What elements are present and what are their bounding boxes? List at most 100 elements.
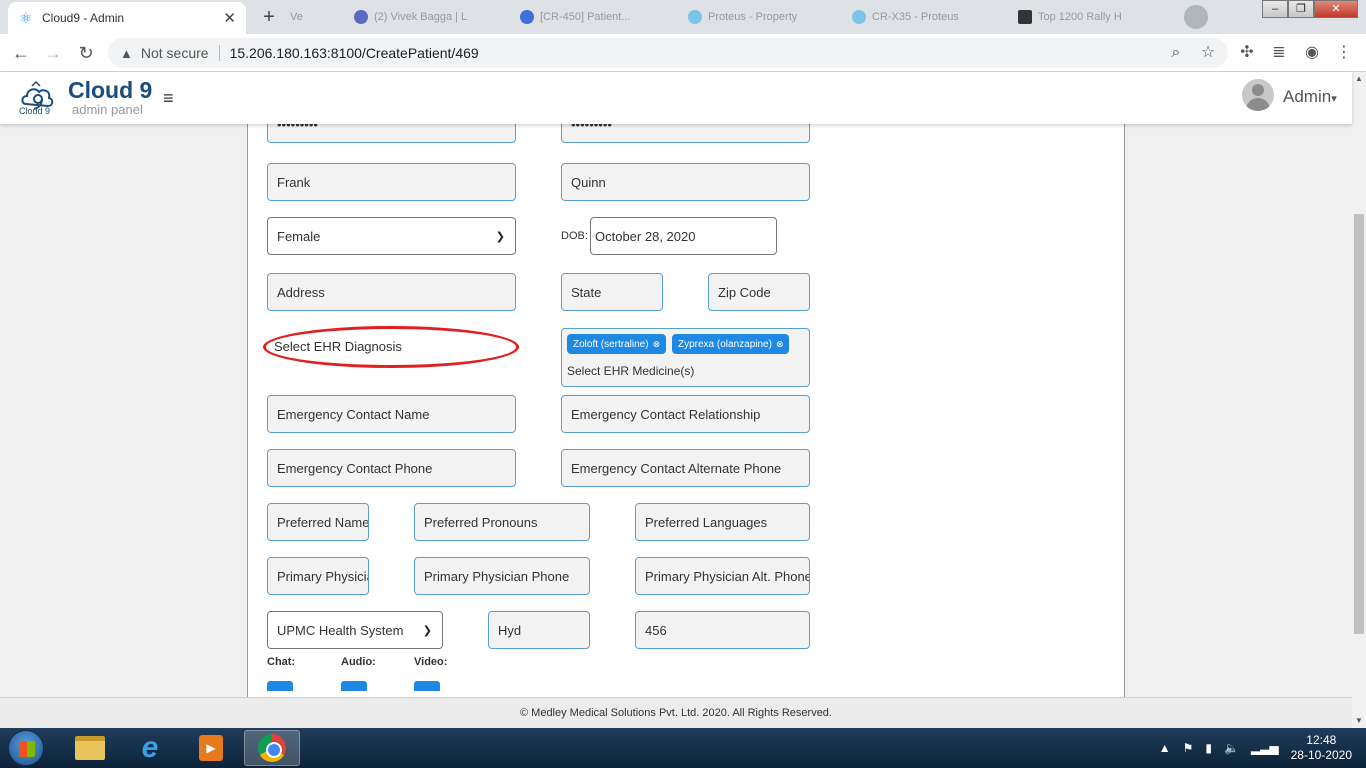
inactive-tab[interactable]: Proteus - Property bbox=[688, 6, 797, 28]
volume-icon[interactable]: 🔈 bbox=[1224, 741, 1239, 755]
inactive-tab[interactable]: Ve bbox=[290, 6, 303, 28]
medicine-tag[interactable]: Zoloft (sertraline) ⊗ bbox=[567, 334, 667, 354]
inactive-tab[interactable]: [CR-450] Patient... bbox=[520, 6, 631, 28]
number-field[interactable]: 456 bbox=[635, 611, 810, 649]
minimize-button[interactable]: ‒ bbox=[1262, 0, 1288, 18]
media-queue-icon[interactable]: ≣ bbox=[1268, 42, 1290, 64]
dob-label: DOB: bbox=[561, 230, 588, 242]
inactive-tab-label: Ve bbox=[290, 11, 303, 23]
medicine-tag-label: Zoloft (sertraline) bbox=[573, 338, 649, 350]
gender-select[interactable]: Female ❯ bbox=[267, 217, 516, 255]
primary-physician-phone-field[interactable]: Primary Physician Phone bbox=[414, 557, 590, 595]
inactive-tab[interactable]: Top 1200 Rally H bbox=[1018, 6, 1122, 28]
dob-field[interactable]: October 28, 2020 bbox=[590, 217, 777, 255]
gender-value: Female bbox=[277, 228, 321, 244]
battery-icon[interactable]: ▮ bbox=[1205, 741, 1212, 755]
user-menu[interactable]: Admin▾ bbox=[1283, 87, 1337, 107]
logo-caption: Cloud 9 bbox=[19, 106, 51, 116]
maximize-button[interactable]: ❐ bbox=[1288, 0, 1314, 18]
bookmark-star-icon[interactable]: ☆ bbox=[1197, 42, 1219, 64]
taskbar-media-player[interactable]: ▶ bbox=[183, 730, 239, 766]
tab-title: Cloud9 - Admin bbox=[42, 11, 125, 25]
inactive-tab-label: Top 1200 Rally H bbox=[1038, 11, 1122, 23]
scroll-up-arrow-icon[interactable]: ▲ bbox=[1352, 72, 1366, 86]
clock-date: 28-10-2020 bbox=[1290, 748, 1352, 762]
page-content: ••••••••• ••••••••• Frank Quinn Female ❯… bbox=[0, 124, 1352, 697]
inactive-tab-label: Proteus - Property bbox=[708, 11, 798, 23]
forward-arrow-icon[interactable]: → bbox=[42, 42, 64, 64]
tab-favicon-icon bbox=[852, 10, 866, 24]
scroll-thumb[interactable] bbox=[1354, 214, 1364, 634]
preferred-pronouns-field[interactable]: Preferred Pronouns bbox=[414, 503, 590, 541]
system-clock[interactable]: 12:48 28-10-2020 bbox=[1291, 733, 1352, 763]
omnibox[interactable]: ▲ Not secure 15.206.180.163:8100/CreateP… bbox=[108, 38, 1228, 68]
hamburger-menu-icon[interactable]: ≡ bbox=[163, 88, 174, 109]
chrome-icon bbox=[258, 734, 286, 762]
not-secure-label[interactable]: Not secure bbox=[141, 45, 209, 61]
window-controls: ‒ ❐ ✕ bbox=[1262, 0, 1358, 18]
tab-favicon-icon bbox=[688, 10, 702, 24]
start-button[interactable] bbox=[8, 730, 44, 766]
medicine-tag[interactable]: Zyprexa (olanzapine) ⊗ bbox=[672, 334, 790, 354]
reload-icon[interactable]: ↻ bbox=[75, 42, 97, 64]
action-center-flag-icon[interactable]: ⚑ bbox=[1183, 741, 1194, 755]
new-tab-button[interactable]: + bbox=[255, 6, 283, 28]
network-signal-icon[interactable]: ▂▃▅ bbox=[1251, 741, 1279, 755]
emergency-contact-alt-phone-field[interactable]: Emergency Contact Alternate Phone bbox=[561, 449, 810, 487]
back-arrow-icon[interactable]: ← bbox=[10, 42, 32, 64]
brand-title[interactable]: Cloud 9 bbox=[68, 77, 152, 104]
user-caret-icon: ▾ bbox=[1331, 93, 1337, 105]
first-name-field[interactable]: Frank bbox=[267, 163, 516, 201]
emergency-contact-relationship-field[interactable]: Emergency Contact Relationship bbox=[561, 395, 810, 433]
health-system-select[interactable]: UPMC Health System ❯ bbox=[267, 611, 443, 649]
video-checkbox[interactable] bbox=[414, 681, 440, 691]
remove-tag-icon[interactable]: ⊗ bbox=[653, 339, 661, 350]
ehr-medicine-multiselect[interactable]: Zoloft (sertraline) ⊗ Zyprexa (olanzapin… bbox=[561, 328, 810, 387]
ehr-diagnosis-select[interactable]: Select EHR Diagnosis bbox=[267, 327, 516, 365]
audio-checkbox[interactable] bbox=[341, 681, 367, 691]
medicine-placeholder: Select EHR Medicine(s) bbox=[567, 364, 695, 378]
warning-triangle-icon[interactable]: ▲ bbox=[120, 46, 133, 61]
show-hidden-icons-icon[interactable]: ▲ bbox=[1159, 741, 1171, 755]
address-field[interactable]: Address bbox=[267, 273, 516, 311]
password-field[interactable]: ••••••••• bbox=[267, 124, 516, 143]
chrome-profile-icon[interactable] bbox=[1184, 5, 1208, 29]
close-window-button[interactable]: ✕ bbox=[1314, 0, 1358, 18]
extensions-puzzle-icon[interactable]: ✣ bbox=[1236, 42, 1258, 64]
emergency-contact-phone-field[interactable]: Emergency Contact Phone bbox=[267, 449, 516, 487]
chat-label: Chat: bbox=[267, 656, 296, 668]
primary-physician-alt-phone-field[interactable]: Primary Physician Alt. Phone bbox=[635, 557, 810, 595]
zoom-icon[interactable]: ⌕ bbox=[1165, 42, 1187, 64]
primary-physician-field[interactable]: Primary Physician bbox=[267, 557, 369, 595]
health-system-value: UPMC Health System bbox=[277, 622, 404, 638]
zip-code-field[interactable]: Zip Code bbox=[708, 273, 810, 311]
browser-tab-strip: ⚛ Cloud9 - Admin ✕ + Ve (2) Vivek Bagga … bbox=[0, 0, 1366, 34]
tab-cloud9-admin[interactable]: ⚛ Cloud9 - Admin ✕ bbox=[8, 2, 246, 34]
taskbar-explorer[interactable] bbox=[62, 730, 118, 766]
more-menu-icon[interactable]: ⋮ bbox=[1333, 42, 1355, 64]
preferred-languages-field[interactable]: Preferred Languages bbox=[635, 503, 810, 541]
taskbar-chrome[interactable] bbox=[244, 730, 300, 766]
state-field[interactable]: State bbox=[561, 273, 663, 311]
system-tray: ▲ ⚑ ▮ 🔈 ▂▃▅ 12:48 28-10-2020 bbox=[1159, 728, 1366, 768]
remove-tag-icon[interactable]: ⊗ bbox=[776, 339, 784, 350]
scroll-down-arrow-icon[interactable]: ▼ bbox=[1352, 714, 1366, 728]
city-field[interactable]: Hyd bbox=[488, 611, 590, 649]
create-patient-form: ••••••••• ••••••••• Frank Quinn Female ❯… bbox=[247, 124, 1125, 697]
confirm-password-field[interactable]: ••••••••• bbox=[561, 124, 810, 143]
emergency-contact-name-field[interactable]: Emergency Contact Name bbox=[267, 395, 516, 433]
preferred-name-field[interactable]: Preferred Name bbox=[267, 503, 369, 541]
user-avatar[interactable] bbox=[1242, 79, 1274, 111]
url-text[interactable]: 15.206.180.163:8100/CreatePatient/469 bbox=[230, 45, 479, 61]
brand-subtitle: admin panel bbox=[72, 102, 143, 117]
chat-checkbox[interactable] bbox=[267, 681, 293, 691]
account-icon[interactable]: ◉ bbox=[1301, 42, 1323, 64]
user-name: Admin bbox=[1283, 87, 1332, 106]
inactive-tab[interactable]: CR-X35 - Proteus bbox=[852, 6, 959, 28]
page-scrollbar[interactable]: ▲ ▼ bbox=[1352, 72, 1366, 728]
last-name-field[interactable]: Quinn bbox=[561, 163, 810, 201]
taskbar-ie[interactable]: e bbox=[122, 730, 178, 766]
tab-favicon-icon bbox=[520, 10, 534, 24]
inactive-tab[interactable]: (2) Vivek Bagga | L bbox=[354, 6, 467, 28]
tab-close-icon[interactable]: ✕ bbox=[223, 9, 236, 27]
